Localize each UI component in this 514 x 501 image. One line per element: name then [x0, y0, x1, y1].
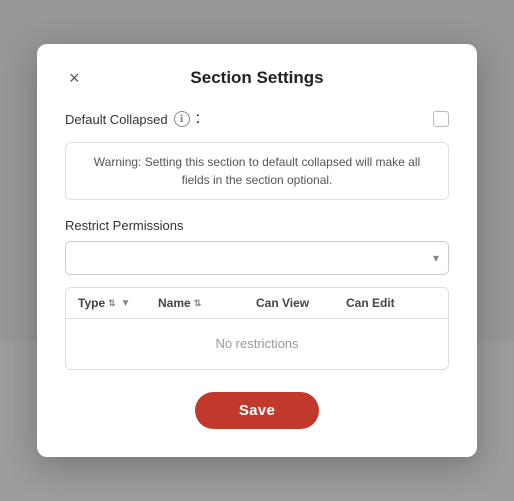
default-collapsed-checkbox[interactable]	[433, 111, 449, 127]
type-filter-icon[interactable]: ▼	[121, 298, 131, 309]
table-body: No restrictions	[66, 319, 448, 369]
permissions-select[interactable]	[65, 241, 449, 275]
restrict-permissions-label: Restrict Permissions	[65, 218, 449, 233]
info-icon[interactable]: ℹ	[174, 111, 190, 127]
permissions-select-wrapper: ▾	[65, 241, 449, 275]
no-restrictions-text: No restrictions	[215, 336, 298, 351]
save-button[interactable]: Save	[195, 392, 319, 429]
warning-text: Warning: Setting this section to default…	[94, 155, 420, 187]
modal: × Section Settings Default Collapsed ℹ :…	[37, 44, 477, 457]
name-sort-icon[interactable]: ⇅	[194, 298, 202, 309]
default-collapsed-row: Default Collapsed ℹ :	[65, 110, 449, 128]
col-can-view: Can View	[256, 296, 346, 310]
col-can-edit: Can Edit	[346, 296, 436, 310]
modal-header: × Section Settings	[65, 68, 449, 88]
modal-overlay: × Section Settings Default Collapsed ℹ :…	[0, 0, 514, 501]
close-button[interactable]: ×	[65, 67, 84, 89]
permissions-table: Type ⇅ ▼ Name ⇅ Can View Can Edit No res…	[65, 287, 449, 370]
table-header: Type ⇅ ▼ Name ⇅ Can View Can Edit	[66, 288, 448, 319]
type-sort-icon[interactable]: ⇅	[108, 298, 116, 309]
default-collapsed-label: Default Collapsed	[65, 112, 168, 127]
col-type: Type ⇅ ▼	[78, 296, 158, 310]
modal-title: Section Settings	[190, 68, 323, 88]
col-name: Name ⇅	[158, 296, 256, 310]
warning-box: Warning: Setting this section to default…	[65, 142, 449, 200]
